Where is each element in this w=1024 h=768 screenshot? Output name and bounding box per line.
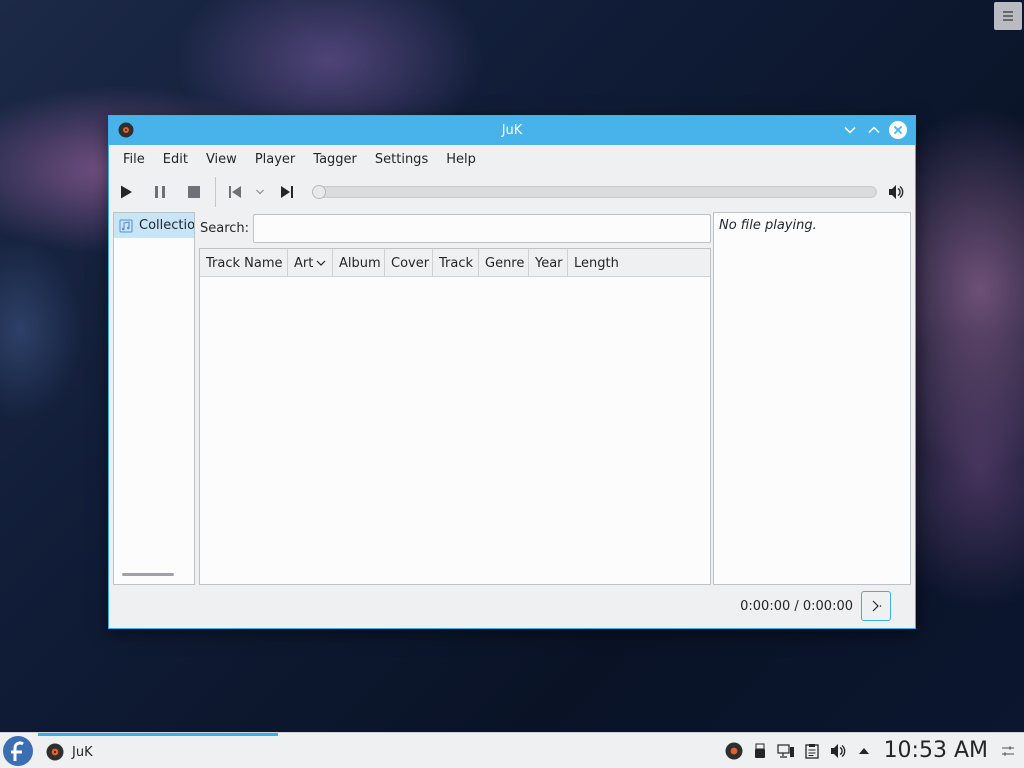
minimize-button[interactable] xyxy=(841,121,859,139)
play-button[interactable] xyxy=(109,177,143,207)
search-bar: Search: xyxy=(199,212,711,244)
chevron-right-icon xyxy=(872,600,882,612)
hamburger-icon xyxy=(1003,11,1013,21)
playlist-item-collection[interactable]: Collection xyxy=(114,213,194,238)
status-bar: 0:00:00 / 0:00:00 xyxy=(109,586,915,628)
track-position-slider[interactable] xyxy=(312,185,877,199)
next-icon xyxy=(281,186,293,198)
volume-button[interactable] xyxy=(881,177,911,207)
tray-network[interactable] xyxy=(774,739,798,763)
juk-window: JuK File Edit View Player Tagger Setting… xyxy=(108,115,916,629)
menu-settings[interactable]: Settings xyxy=(367,148,436,171)
next-button[interactable] xyxy=(270,177,304,207)
play-icon xyxy=(121,185,132,199)
clipboard-icon xyxy=(804,743,819,759)
menu-bar: File Edit View Player Tagger Settings He… xyxy=(109,145,915,173)
main-content: Collection Search: Track Name Artist Alb… xyxy=(113,212,911,585)
pause-button[interactable] xyxy=(143,177,177,207)
music-note-icon xyxy=(119,219,133,232)
close-icon xyxy=(893,125,903,135)
fedora-launcher-icon[interactable] xyxy=(2,735,34,767)
task-juk[interactable]: JuK xyxy=(38,733,278,768)
previous-button[interactable] xyxy=(220,177,250,207)
column-label: Artist xyxy=(294,255,313,271)
caret-up-icon xyxy=(858,747,869,754)
column-header-cover[interactable]: Cover xyxy=(385,249,433,277)
column-header-track[interactable]: Track xyxy=(433,249,479,277)
tray-clipboard[interactable] xyxy=(800,739,824,763)
network-icon xyxy=(776,743,794,758)
usb-drive-icon xyxy=(754,743,765,758)
search-label: Search: xyxy=(200,220,250,236)
column-header-year[interactable]: Year xyxy=(529,249,568,277)
column-header-length[interactable]: Length xyxy=(568,249,710,277)
track-table[interactable]: Track Name Artist Album Cover Track Genr… xyxy=(199,248,711,585)
taskbar: JuK 10:53 AM xyxy=(0,732,1024,768)
title-bar[interactable]: JuK xyxy=(109,116,915,145)
player-toolbar xyxy=(109,173,915,211)
juk-app-icon xyxy=(46,743,64,761)
column-label: Year xyxy=(535,255,563,271)
tray-volume[interactable] xyxy=(826,739,850,763)
tray-device-notifier[interactable] xyxy=(748,739,772,763)
search-input[interactable] xyxy=(253,213,711,243)
system-tray: 10:53 AM xyxy=(722,733,1024,768)
volume-icon xyxy=(889,185,904,199)
playlist-panel: Collection xyxy=(113,212,195,585)
digital-clock[interactable]: 10:53 AM xyxy=(884,738,988,763)
menu-help[interactable]: Help xyxy=(438,148,484,171)
panel-settings-icon xyxy=(1002,746,1014,755)
column-header-genre[interactable]: Genre xyxy=(479,249,529,277)
column-label: Length xyxy=(574,255,619,271)
now-playing-panel: No file playing. xyxy=(713,212,911,585)
chevron-down-icon xyxy=(844,126,856,134)
sort-indicator-icon xyxy=(316,260,326,266)
task-label: JuK xyxy=(72,744,93,760)
column-header-artist[interactable]: Artist xyxy=(288,249,333,277)
playlist-item-label: Collection xyxy=(139,218,195,233)
column-label: Album xyxy=(339,255,381,271)
previous-icon xyxy=(229,186,241,198)
window-title: JuK xyxy=(501,123,523,138)
slider-handle[interactable] xyxy=(312,185,326,199)
menu-tagger[interactable]: Tagger xyxy=(305,148,365,171)
stop-button[interactable] xyxy=(177,177,211,207)
column-header-album[interactable]: Album xyxy=(333,249,385,277)
column-label: Cover xyxy=(391,255,430,271)
toolbar-separator xyxy=(215,177,216,207)
menu-player[interactable]: Player xyxy=(247,148,303,171)
tray-juk[interactable] xyxy=(722,739,746,763)
menu-edit[interactable]: Edit xyxy=(155,148,196,171)
column-label: Track xyxy=(439,255,474,271)
previous-dropdown-button[interactable] xyxy=(250,177,270,207)
maximize-button[interactable] xyxy=(865,121,883,139)
now-playing-text: No file playing. xyxy=(719,218,817,233)
juk-app-icon[interactable] xyxy=(118,122,134,138)
table-header: Track Name Artist Album Cover Track Genr… xyxy=(200,249,710,277)
chevron-down-icon xyxy=(256,189,264,195)
chevron-up-icon xyxy=(868,126,880,134)
time-display: 0:00:00 / 0:00:00 xyxy=(740,599,853,614)
tray-expander[interactable] xyxy=(852,739,876,763)
menu-file[interactable]: File xyxy=(115,148,153,171)
horizontal-scrollbar[interactable] xyxy=(122,573,174,576)
close-button[interactable] xyxy=(889,121,907,139)
pause-icon xyxy=(155,186,165,198)
toggle-info-button[interactable] xyxy=(861,591,891,621)
desktop-toolbox-button[interactable] xyxy=(994,2,1022,30)
panel-options[interactable] xyxy=(996,739,1020,763)
stop-icon xyxy=(188,186,200,198)
column-label: Genre xyxy=(485,255,525,271)
column-header-track-name[interactable]: Track Name xyxy=(200,249,288,277)
menu-view[interactable]: View xyxy=(198,148,245,171)
juk-tray-icon xyxy=(725,742,743,759)
volume-icon xyxy=(830,743,845,758)
column-label: Track Name xyxy=(206,255,283,271)
